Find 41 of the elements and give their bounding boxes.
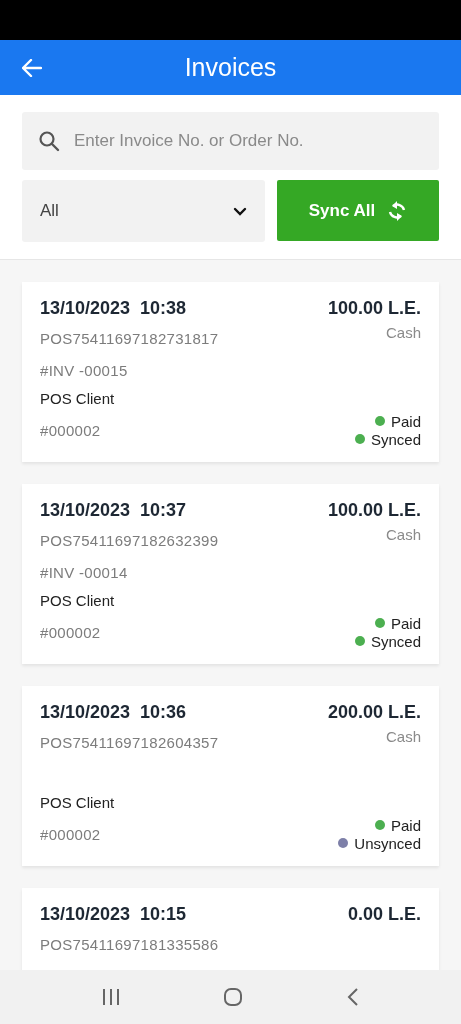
invoice-number: #INV -00015: [40, 362, 129, 381]
invoice-card[interactable]: 13/10/2023 10:15 POS75411697181335586 0.00 L.E.: [22, 888, 439, 970]
status-label: Synced: [370, 632, 421, 650]
home-icon[interactable]: [223, 987, 244, 1007]
client-name: POS Client: [40, 390, 116, 409]
invoice-number: #INV -00014: [40, 564, 129, 583]
invoice-amount: 100.00 L.E.: [327, 298, 421, 320]
payment-method: Cash: [385, 324, 421, 341]
order-number: POS75411697182731817: [40, 330, 219, 349]
invoice-datetime: 13/10/2023 10:15: [40, 904, 188, 926]
client-name: POS Client: [40, 592, 116, 611]
payment-method: Cash: [385, 728, 421, 745]
order-number: POS75411697182604357: [40, 734, 219, 753]
client-code: #000002: [40, 624, 102, 643]
invoice-card[interactable]: 13/10/2023 10:37 POS75411697182632399 #INV -00014 POS Client #000002 100.00 L.E. Cash Paid Synced: [22, 484, 439, 664]
payment-method: Cash: [385, 526, 421, 543]
invoice-card[interactable]: 13/10/2023 10:36 POS75411697182604357 POS Client #000002 200.00 L.E. Cash Paid Unsynced: [22, 686, 439, 866]
client-code: #000002: [40, 422, 102, 441]
invoice-amount: 200.00 L.E.: [327, 702, 421, 724]
order-number: POS75411697182632399: [40, 532, 219, 551]
status-label: Paid: [390, 614, 421, 632]
status-label: Unsynced: [354, 834, 421, 852]
search-icon: [38, 130, 60, 152]
chevron-down-icon: [233, 206, 247, 216]
filter-dropdown[interactable]: All: [22, 180, 265, 242]
page-title: Invoices: [184, 53, 277, 81]
client-name: POS Client: [40, 794, 116, 813]
invoice-card[interactable]: 13/10/2023 10:38 POS75411697182731817 #INV -00015 POS Client #000002 100.00 L.E. Cash Paid Synced: [22, 282, 439, 462]
invoice-datetime: 13/10/2023 10:36: [40, 702, 188, 724]
back-icon[interactable]: [347, 988, 360, 1006]
invoice-amount: 100.00 L.E.: [327, 500, 421, 522]
order-number: POS75411697181335586: [40, 936, 219, 955]
status-label: Paid: [390, 412, 421, 430]
invoice-datetime: 13/10/2023 10:38: [40, 298, 188, 320]
invoice-amount: 0.00 L.E.: [347, 904, 421, 926]
status-label: Synced: [370, 430, 421, 448]
invoice-datetime: 13/10/2023 10:37: [40, 500, 188, 522]
client-code: #000002: [40, 826, 102, 845]
status-label: Paid: [390, 816, 421, 834]
search-field[interactable]: Enter Invoice No. or Order No.: [22, 112, 439, 170]
recent-apps-icon[interactable]: [101, 988, 120, 1006]
